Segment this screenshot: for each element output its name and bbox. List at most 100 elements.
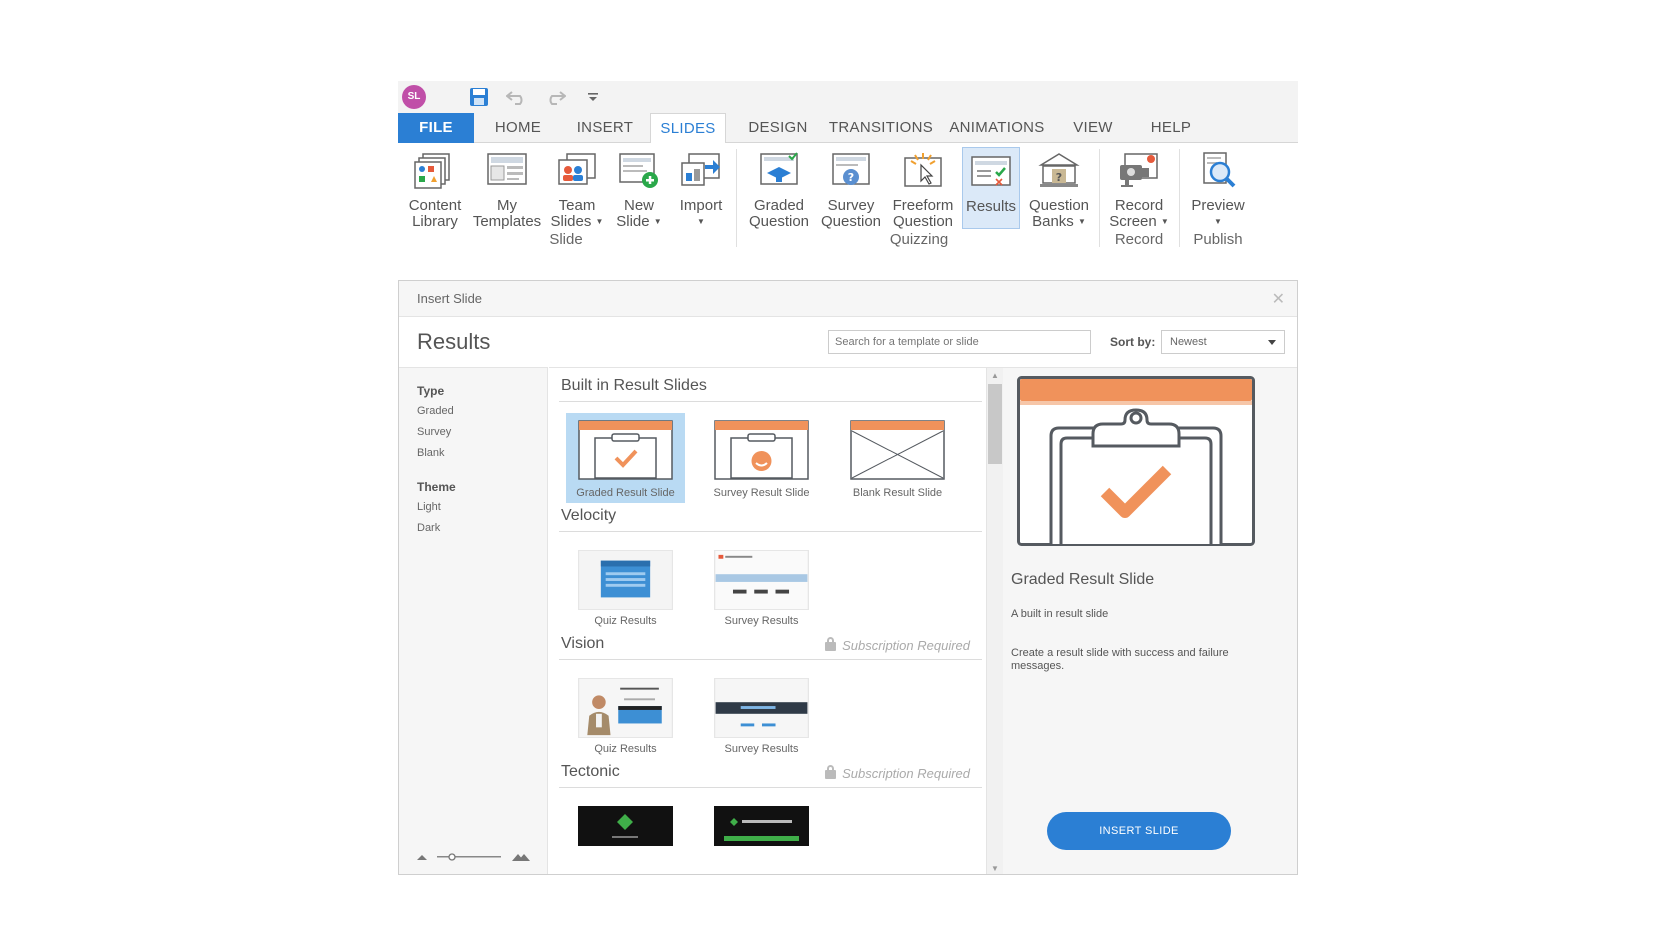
- close-icon[interactable]: ✕: [1272, 289, 1285, 309]
- page-title: Results: [417, 329, 491, 354]
- template-card-vision-quiz[interactable]: Quiz Results: [566, 671, 685, 759]
- lock-icon: [825, 765, 837, 779]
- save-icon[interactable]: [468, 86, 490, 108]
- template-card-graded-result[interactable]: Graded Result Slide: [566, 413, 685, 503]
- tab-insert[interactable]: INSERT: [565, 113, 645, 143]
- section-divider: [559, 659, 982, 660]
- avatar[interactable]: SL: [402, 85, 426, 109]
- dropdown-caret-icon: ▼: [653, 217, 662, 227]
- results-button[interactable]: Results: [962, 147, 1020, 229]
- insert-slide-dialog: Insert Slide ✕ Results Sort by: Newest T…: [398, 280, 1298, 875]
- template-caption: Blank Result Slide: [852, 487, 943, 499]
- record-screen-button[interactable]: Record Screen ▼: [1104, 147, 1174, 230]
- filter-theme-heading: Theme: [417, 480, 456, 494]
- section-title-velocity: Velocity: [561, 507, 617, 524]
- ribbon-body: Content Library My Templates Team Slides…: [398, 143, 1298, 251]
- preview-panel: Graded Result Slide A built in result sl…: [1003, 367, 1297, 874]
- dialog-title: Insert Slide: [417, 291, 483, 306]
- tab-help[interactable]: HELP: [1136, 113, 1206, 143]
- content-library-button[interactable]: Content Library: [400, 147, 470, 230]
- freeform-question-button[interactable]: Freeform Question: [886, 147, 960, 230]
- section-title-built-in: Built in Result Slides: [561, 377, 707, 394]
- filter-theme-light[interactable]: Light: [417, 501, 441, 513]
- tab-view[interactable]: VIEW: [1058, 113, 1128, 143]
- chevron-down-icon[interactable]: [582, 86, 604, 108]
- sort-dropdown[interactable]: Newest: [1161, 330, 1285, 354]
- ribbon-group-record: Record: [1114, 231, 1164, 248]
- graded-question-icon: [760, 152, 798, 185]
- filter-type-survey[interactable]: Survey: [417, 426, 451, 438]
- tectonic-quiz-thumbnail[interactable]: [578, 806, 673, 846]
- survey-question-button[interactable]: ? Survey Question: [816, 147, 886, 230]
- scrollbar[interactable]: ▲ ▼: [986, 367, 1003, 874]
- chevron-down-icon: [1268, 340, 1276, 345]
- section-title-tectonic: Tectonic: [561, 763, 620, 780]
- template-caption: Survey Result Slide: [713, 487, 810, 499]
- redo-icon[interactable]: [544, 86, 566, 108]
- template-card-velocity-survey[interactable]: Survey Results: [702, 543, 821, 631]
- tectonic-survey-thumbnail[interactable]: [714, 806, 809, 846]
- template-caption: Graded Result Slide: [576, 487, 675, 499]
- template-card-velocity-quiz[interactable]: Quiz Results: [566, 543, 685, 631]
- preview-description: Create a result slide with success and f…: [1011, 647, 1229, 672]
- graded-result-thumbnail: [578, 420, 673, 480]
- filter-type-graded[interactable]: Graded: [417, 405, 454, 417]
- dropdown-caret-icon: ▼: [1077, 217, 1086, 227]
- tab-file[interactable]: FILE: [398, 113, 474, 143]
- template-card-survey-result[interactable]: Survey Result Slide: [702, 413, 821, 503]
- question-banks-button[interactable]: ? Question Banks ▼: [1022, 147, 1096, 230]
- template-card-blank-result[interactable]: Blank Result Slide: [838, 413, 957, 503]
- template-caption: Survey Results: [724, 743, 799, 755]
- preview-button[interactable]: Preview ▼: [1183, 147, 1253, 229]
- blank-result-thumbnail: [850, 420, 945, 480]
- question-banks-icon: ?: [1038, 153, 1080, 187]
- record-screen-icon: [1120, 153, 1158, 187]
- filter-type-blank[interactable]: Blank: [417, 447, 445, 459]
- subscription-required-label: Subscription Required: [825, 765, 970, 781]
- section-title-vision: Vision: [561, 635, 605, 652]
- dropdown-caret-icon: ▼: [1160, 217, 1169, 227]
- ribbon-window: SL FILE HOME INSERT SLIDES DESIGN TRANSI…: [398, 81, 1298, 251]
- template-list: Built in Result Slides Graded Result Sli…: [549, 367, 986, 874]
- filter-panel: Type Graded Survey Blank Theme Light Dar…: [399, 367, 548, 874]
- filter-type-heading: Type: [417, 384, 445, 398]
- undo-icon[interactable]: [506, 86, 528, 108]
- velocity-survey-thumbnail: [714, 550, 809, 610]
- tab-animations[interactable]: ANIMATIONS: [942, 113, 1052, 143]
- preview-title: Graded Result Slide: [1011, 571, 1155, 588]
- subscription-required-label: Subscription Required: [825, 637, 970, 653]
- ribbon-group-publish: Publish: [1193, 231, 1243, 248]
- graded-question-button[interactable]: Graded Question: [742, 147, 816, 230]
- sort-value: Newest: [1170, 336, 1207, 348]
- ribbon-group-quizzing: Quizzing: [889, 231, 949, 248]
- tab-transitions[interactable]: TRANSITIONS: [826, 113, 936, 143]
- dialog-titlebar: Insert Slide ✕: [399, 281, 1297, 317]
- vision-survey-thumbnail: [714, 678, 809, 738]
- tab-design[interactable]: DESIGN: [738, 113, 818, 143]
- team-slides-button[interactable]: Team Slides ▼: [544, 147, 610, 230]
- zoom-slider[interactable]: [417, 850, 532, 864]
- lock-icon: [825, 637, 837, 651]
- template-caption: Quiz Results: [594, 615, 657, 627]
- template-card-vision-survey[interactable]: Survey Results: [702, 671, 821, 759]
- results-icon: [971, 156, 1011, 186]
- content-library-icon: [414, 153, 450, 189]
- search-input[interactable]: [828, 330, 1091, 354]
- scroll-up-icon[interactable]: ▲: [991, 371, 999, 380]
- dropdown-caret-icon: ▼: [697, 217, 705, 226]
- scroll-down-icon[interactable]: ▼: [991, 864, 999, 873]
- filter-theme-dark[interactable]: Dark: [417, 522, 440, 534]
- import-button[interactable]: Import ▼: [670, 147, 732, 229]
- section-divider: [559, 401, 982, 402]
- tab-home[interactable]: HOME: [478, 113, 558, 143]
- quick-access-toolbar: SL: [398, 81, 1298, 113]
- new-slide-button[interactable]: New Slide ▼: [610, 147, 668, 230]
- dropdown-caret-icon: ▼: [1214, 217, 1222, 226]
- tab-slides[interactable]: SLIDES: [650, 113, 726, 144]
- my-templates-button[interactable]: My Templates: [470, 147, 544, 230]
- team-slides-icon: [558, 153, 596, 185]
- ribbon-group-slide: Slide: [549, 231, 583, 248]
- insert-slide-button[interactable]: INSERT SLIDE: [1047, 812, 1231, 850]
- svg-text:?: ?: [1056, 171, 1062, 184]
- scroll-thumb[interactable]: [988, 384, 1002, 464]
